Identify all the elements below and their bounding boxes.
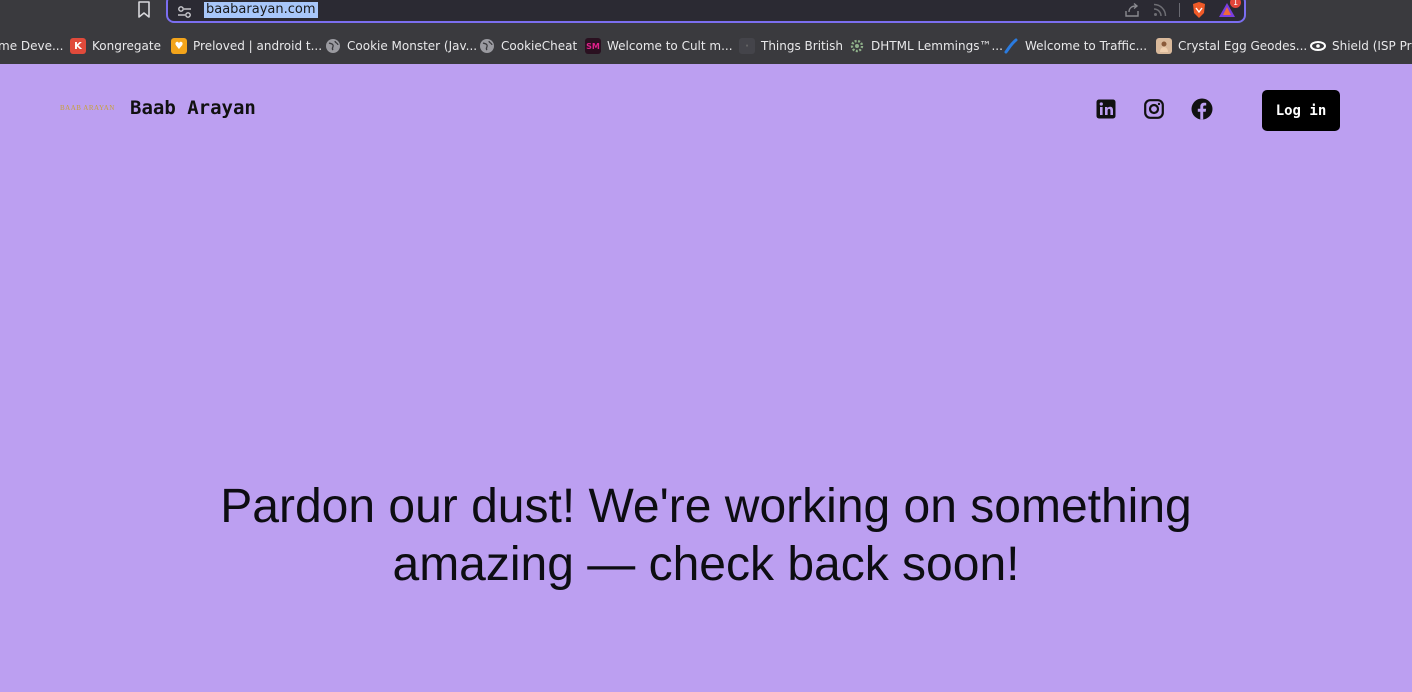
shield-isp-icon — [1310, 38, 1326, 54]
bookmark-label: CookieCheat — [501, 39, 578, 53]
bookmark-item[interactable]: SM Welcome to Cult m... — [585, 36, 733, 56]
traffic-icon — [1003, 38, 1019, 54]
site-title[interactable]: Baab Arayan — [130, 97, 256, 119]
bookmark-label: Shield (ISP Prog — [1332, 39, 1412, 53]
site-settings-icon[interactable] — [176, 4, 194, 20]
gear-icon — [849, 38, 865, 54]
rss-icon[interactable] — [1151, 1, 1169, 19]
cult-icon: SM — [585, 38, 601, 54]
bookmark-label: Cookie Monster (Jav... — [347, 39, 478, 53]
brave-shield-icon[interactable] — [1190, 1, 1208, 19]
share-icon[interactable] — [1123, 1, 1141, 19]
globe-icon — [325, 38, 341, 54]
bookmarks-bar: me Deve... K Kongregate ♥ Preloved | and… — [0, 28, 1412, 64]
linkedin-icon[interactable] — [1095, 98, 1117, 120]
bookmark-label: Preloved | android t... — [193, 39, 323, 53]
browser-toolbar: baabarayan.com 1 — [0, 0, 1412, 28]
globe-icon — [479, 38, 495, 54]
facebook-icon[interactable] — [1191, 98, 1213, 120]
url-text[interactable]: baabarayan.com — [204, 2, 318, 18]
bookmark-item[interactable]: Welcome to Traffic... — [1003, 36, 1147, 56]
toolbar-separator — [1179, 3, 1180, 17]
bookmark-label: Things British — [761, 39, 843, 53]
bookmark-label: Welcome to Traffic... — [1025, 39, 1148, 53]
things-british-icon: · — [739, 38, 755, 54]
bookmark-label: Kongregate — [92, 39, 161, 53]
bookmark-item[interactable]: Crystal Egg Geodes... — [1156, 36, 1307, 56]
rewards-icon[interactable]: 1 — [1218, 0, 1241, 19]
preloved-icon: ♥ — [171, 38, 187, 54]
bookmark-label: Welcome to Cult m... — [607, 39, 733, 53]
bookmark-item[interactable]: Cookie Monster (Jav... — [325, 36, 477, 56]
bookmark-item[interactable]: · Things British — [739, 36, 843, 56]
bookmark-item[interactable]: CookieCheat — [479, 36, 577, 56]
bookmark-item[interactable]: me Deve... — [0, 36, 63, 56]
kongregate-icon: K — [70, 38, 86, 54]
address-bar[interactable]: baabarayan.com 1 — [166, 0, 1246, 23]
bookmark-icon[interactable] — [134, 0, 154, 20]
bookmark-label: DHTML Lemmings™... — [871, 39, 1003, 53]
bookmark-item[interactable]: DHTML Lemmings™... — [849, 36, 1003, 56]
site-logo[interactable]: BAAB ARAYAN — [60, 104, 115, 112]
rewards-badge: 1 — [1230, 0, 1241, 8]
bookmark-item[interactable]: K Kongregate — [70, 36, 161, 56]
bookmark-label: Crystal Egg Geodes... — [1178, 39, 1308, 53]
crystal-egg-icon — [1156, 38, 1172, 54]
bookmark-item[interactable]: Shield (ISP Prog — [1310, 36, 1412, 56]
instagram-icon[interactable] — [1143, 98, 1165, 120]
hero-message: Pardon our dust! We're working on someth… — [220, 480, 1192, 591]
bookmark-item[interactable]: ♥ Preloved | android t... — [171, 36, 322, 56]
bookmark-label: me Deve... — [0, 39, 64, 53]
login-button[interactable]: Log in — [1262, 90, 1340, 131]
site-header: BAAB ARAYAN Baab Arayan Log in — [0, 64, 1412, 156]
